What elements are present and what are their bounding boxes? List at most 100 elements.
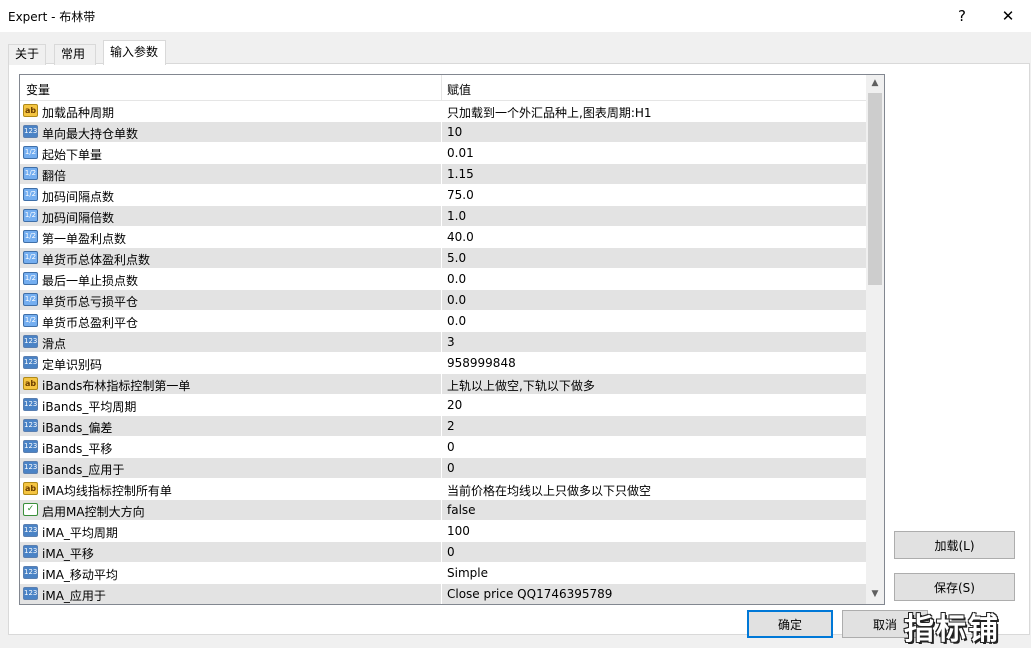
variable-value[interactable]: false (447, 503, 476, 517)
table-row[interactable]: ab 加载品种周期 只加载到一个外汇品种上,图表周期:H1 (20, 101, 866, 122)
tab-about[interactable]: 关于 (8, 44, 46, 65)
cell-divider (441, 479, 442, 500)
double-type-icon: 1/2 (23, 209, 38, 222)
variable-value[interactable]: 0 (447, 461, 455, 475)
variable-value[interactable]: 0.0 (447, 272, 466, 286)
string-type-icon: ab (23, 482, 38, 495)
variable-value[interactable]: 20 (447, 398, 462, 412)
table-row[interactable]: 123 iBands_平均周期 20 (20, 395, 866, 416)
variable-value[interactable]: 100 (447, 524, 470, 538)
cell-divider (441, 500, 442, 521)
variable-name: 翻倍 (42, 169, 67, 183)
table-row[interactable]: 123 滑点 3 (20, 332, 866, 353)
variable-value[interactable]: 0.0 (447, 314, 466, 328)
cell-divider (441, 416, 442, 437)
variable-name: iMA_移动平均 (42, 568, 118, 582)
cell-divider (441, 584, 442, 604)
cell-divider (441, 227, 442, 248)
table-row[interactable]: 123 iBands_应用于 0 (20, 458, 866, 479)
column-divider[interactable] (441, 75, 442, 101)
cell-divider (441, 563, 442, 584)
window-title: Expert - 布林带 (8, 10, 96, 24)
scroll-up-icon[interactable]: ▲ (866, 75, 884, 92)
variable-name: 加载品种周期 (42, 106, 115, 120)
string-type-icon: ab (23, 104, 38, 117)
table-row[interactable]: 1/2 单货币总亏损平仓 0.0 (20, 290, 866, 311)
cell-divider (441, 185, 442, 206)
table-row[interactable]: 123 定单识别码 958999848 (20, 353, 866, 374)
vertical-scrollbar[interactable]: ▲ ▼ (866, 75, 884, 604)
tab-common[interactable]: 常用 (54, 44, 96, 65)
table-row[interactable]: 123 iMA_移动平均 Simple (20, 563, 866, 584)
variable-name: iMA均线指标控制所有单 (42, 484, 172, 498)
table-row[interactable]: 1/2 起始下单量 0.01 (20, 143, 866, 164)
table-row[interactable]: 123 iMA_应用于 Close price QQ1746395789 (20, 584, 866, 604)
cell-divider (441, 206, 442, 227)
cell-divider (441, 311, 442, 332)
variable-name: 定单识别码 (42, 358, 103, 372)
tab-inputs[interactable]: 输入参数 (103, 40, 166, 65)
scroll-down-icon[interactable]: ▼ (866, 586, 884, 603)
table-row[interactable]: 1/2 翻倍 1.15 (20, 164, 866, 185)
variable-value[interactable]: 5.0 (447, 251, 466, 265)
cell-divider (441, 521, 442, 542)
variable-name: iBands_平移 (42, 442, 113, 456)
table-row[interactable]: 1/2 加码间隔点数 75.0 (20, 185, 866, 206)
variable-name: iBands_偏差 (42, 421, 113, 435)
variable-value[interactable]: Close price QQ1746395789 (447, 587, 612, 601)
table-row[interactable]: 1/2 第一单盈利点数 40.0 (20, 227, 866, 248)
table-row[interactable]: 1/2 单货币总盈利平仓 0.0 (20, 311, 866, 332)
variable-value[interactable]: 0.01 (447, 146, 474, 160)
variable-name: iBands_应用于 (42, 463, 125, 477)
cell-divider (441, 395, 442, 416)
variable-value[interactable]: 0 (447, 440, 455, 454)
variable-value[interactable]: 2 (447, 419, 455, 433)
table-row[interactable]: 123 iMA_平移 0 (20, 542, 866, 563)
watermark-logo: 指标铺 (904, 612, 1000, 647)
table-row[interactable]: ✓ 启用MA控制大方向 false (20, 500, 866, 521)
variable-value[interactable]: Simple (447, 566, 488, 580)
column-header-variable[interactable]: 变量 (26, 81, 50, 98)
variable-value[interactable]: 10 (447, 125, 462, 139)
double-type-icon: 1/2 (23, 167, 38, 180)
table-row[interactable]: 123 单向最大持仓单数 10 (20, 122, 866, 143)
variable-name: iMA_平均周期 (42, 526, 118, 540)
variable-value[interactable]: 1.0 (447, 209, 466, 223)
table-row[interactable]: 123 iBands_平移 0 (20, 437, 866, 458)
variable-name: 第一单盈利点数 (42, 232, 127, 246)
double-type-icon: 1/2 (23, 188, 38, 201)
variable-value[interactable]: 只加载到一个外汇品种上,图表周期:H1 (447, 104, 652, 121)
save-button[interactable]: 保存(S) (894, 573, 1015, 601)
variable-name: 单货币总盈利平仓 (42, 316, 139, 330)
close-icon[interactable]: ✕ (985, 0, 1031, 32)
column-header-value[interactable]: 赋值 (447, 81, 471, 98)
variable-name: iMA_平移 (42, 547, 94, 561)
variable-name: iBands_平均周期 (42, 400, 137, 414)
table-row[interactable]: ab iMA均线指标控制所有单 当前价格在均线以上只做多以下只做空 (20, 479, 866, 500)
variable-value[interactable]: 0 (447, 545, 455, 559)
variable-value[interactable]: 当前价格在均线以上只做多以下只做空 (447, 482, 651, 499)
variable-value[interactable]: 0.0 (447, 293, 466, 307)
cell-divider (441, 458, 442, 479)
table-row[interactable]: ab iBands布林指标控制第一单 上轨以上做空,下轨以下做多 (20, 374, 866, 395)
variable-name: iBands布林指标控制第一单 (42, 379, 191, 393)
load-button[interactable]: 加载(L) (894, 531, 1015, 559)
variable-value[interactable]: 上轨以上做空,下轨以下做多 (447, 377, 595, 394)
variable-value[interactable]: 958999848 (447, 356, 516, 370)
ok-button[interactable]: 确定 (747, 610, 833, 638)
table-row[interactable]: 1/2 单货币总体盈利点数 5.0 (20, 248, 866, 269)
variable-value[interactable]: 3 (447, 335, 455, 349)
variable-value[interactable]: 40.0 (447, 230, 474, 244)
bool-type-icon: ✓ (23, 503, 38, 516)
help-icon[interactable]: ? (939, 0, 985, 32)
table-row[interactable]: 123 iMA_平均周期 100 (20, 521, 866, 542)
scroll-thumb[interactable] (868, 93, 882, 285)
table-row[interactable]: 1/2 最后一单止损点数 0.0 (20, 269, 866, 290)
table-row[interactable]: 1/2 加码间隔倍数 1.0 (20, 206, 866, 227)
cell-divider (441, 290, 442, 311)
variable-name: 加码间隔倍数 (42, 211, 115, 225)
table-row[interactable]: 123 iBands_偏差 2 (20, 416, 866, 437)
integer-type-icon: 123 (23, 125, 38, 138)
variable-value[interactable]: 1.15 (447, 167, 474, 181)
variable-value[interactable]: 75.0 (447, 188, 474, 202)
